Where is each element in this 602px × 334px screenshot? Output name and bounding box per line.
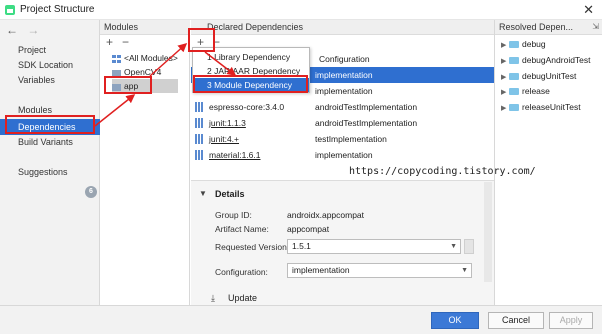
resolved-header: Resolved Depen... [495,20,602,35]
group-id-label: Group ID: [215,210,252,220]
folder-icon [509,57,519,65]
nav-item-suggestions[interactable]: Suggestions [0,164,100,180]
group-id-value: androidx.appcompat [287,210,365,220]
modules-header: Modules [100,20,190,35]
chevron-right-icon[interactable]: ▶ [501,55,509,69]
nav-item-build-variants[interactable]: Build Variants [0,134,100,150]
dependency-configuration: testImplementation [315,134,387,144]
suggestions-count-badge: 6 [85,186,97,198]
table-row[interactable]: material:1.6.1 implementation [191,147,494,163]
artifact-name-label: Artifact Name: [215,224,269,234]
nav-item-variables[interactable]: Variables [0,72,100,88]
watermark-url: https://copycoding.tistory.com/ [349,166,536,177]
table-row[interactable]: junit:1.1.3 androidTestImplementation [191,115,494,131]
dependency-name: junit:4.+ [209,134,240,144]
ok-button[interactable]: OK [431,312,479,329]
download-icon: ⤓ [211,293,215,303]
resolved-item-debugunittest[interactable]: ▶ debugUnitTest [501,69,576,83]
module-all-label: <All Modules> [124,53,178,63]
table-row[interactable]: junit:4.+ testImplementation [191,131,494,147]
add-module-icon[interactable]: + [106,35,113,49]
chevron-right-icon[interactable]: ▶ [501,71,509,85]
chevron-right-icon[interactable]: ▶ [501,86,509,100]
chevron-down-icon[interactable]: ▼ [450,240,457,253]
apply-button[interactable]: Apply [549,312,593,329]
dependency-name: material:1.6.1 [209,150,261,160]
collapse-triangle-icon[interactable]: ▼ [199,189,207,198]
chevron-right-icon[interactable]: ▶ [501,102,509,116]
cancel-button[interactable]: Cancel [488,312,544,329]
requested-version-field[interactable]: 1.5.1 ▼ [287,239,461,254]
window-title: Project Structure [20,4,95,15]
resolved-item-label: debugAndroidTest [522,55,591,65]
remove-module-icon[interactable]: − [122,35,129,49]
dependency-configuration: androidTestImplementation [315,102,418,112]
resolved-dependencies-panel: Resolved Depen... ⇲ ▶ debug ▶ debugAndroid… [494,20,602,305]
dependency-configuration: androidTestImplementation [315,118,418,128]
module-group-icon [112,54,121,63]
dependency-name: junit:1.1.3 [209,118,246,128]
table-row[interactable]: espresso-core:3.4.0 androidTestImplement… [191,99,494,115]
close-icon[interactable]: ✕ [583,2,594,18]
folder-icon [509,104,519,112]
annotation-box-dependencies [5,115,95,134]
resolved-item-label: debugUnitTest [522,71,577,81]
chevron-down-icon[interactable]: ▼ [461,264,468,277]
dependency-configuration: implementation [315,86,373,96]
nav-arrows: ← → [6,23,45,37]
annotation-box-module-dependency [193,75,308,93]
modules-panel: Modules + − <All Modules> OpenCV4 app [100,20,190,305]
library-icon [195,134,203,144]
folder-icon [509,73,519,81]
dependencies-header: Declared Dependencies [191,20,494,35]
menu-item-library-dependency[interactable]: 1 Library Dependency [193,50,309,64]
collapse-icon[interactable]: ⇲ [592,22,599,31]
requested-version-value: 1.5.1 [292,241,311,251]
artifact-name-value: appcompat [287,224,330,234]
nav-panel: ← → Project SDK Location Variables Modul… [0,20,100,305]
button-bar: OK Cancel Apply [0,305,602,334]
library-icon [195,150,203,160]
module-all[interactable]: <All Modules> [112,51,178,65]
requested-version-label: Requested Version: [215,242,290,252]
resolved-item-label: debug [522,39,546,49]
nav-item-sdk-location[interactable]: SDK Location [0,57,100,73]
annotation-box-app [104,76,152,94]
update-label[interactable]: Update [228,293,257,303]
chevron-right-icon[interactable]: ▶ [501,39,509,53]
details-scrollbar[interactable] [484,182,492,282]
resolved-item-label: release [522,86,550,96]
configuration-value: implementation [292,265,350,275]
nav-item-project[interactable]: Project [0,42,100,58]
folder-icon [509,88,519,96]
title-bar: Project Structure ✕ [0,0,602,20]
library-icon [195,118,203,128]
resolved-item-debug[interactable]: ▶ debug [501,37,546,51]
dependency-configuration: implementation [315,150,373,160]
resolved-item-debugandroidtest[interactable]: ▶ debugAndroidTest [501,53,591,67]
annotation-box-add-button [188,28,215,52]
dependency-configuration: implementation [315,70,373,80]
dependency-name: espresso-core:3.4.0 [209,102,285,112]
resolved-item-releaseunittest[interactable]: ▶ releaseUnitTest [501,100,581,114]
folder-icon [509,41,519,49]
library-icon [195,102,203,112]
configuration-label: Configuration: [215,267,268,277]
back-arrow-icon[interactable]: ← [6,23,18,37]
version-scroll-handle[interactable] [464,239,474,254]
android-studio-icon [5,5,15,15]
configuration-select[interactable]: implementation ▼ [287,263,472,278]
details-panel: ▼ Details Group ID: androidx.appcompat A… [191,180,494,305]
forward-arrow-icon[interactable]: → [27,23,39,37]
resolved-item-release[interactable]: ▶ release [501,84,550,98]
resolved-item-label: releaseUnitTest [522,102,581,112]
details-title: Details [215,189,245,199]
